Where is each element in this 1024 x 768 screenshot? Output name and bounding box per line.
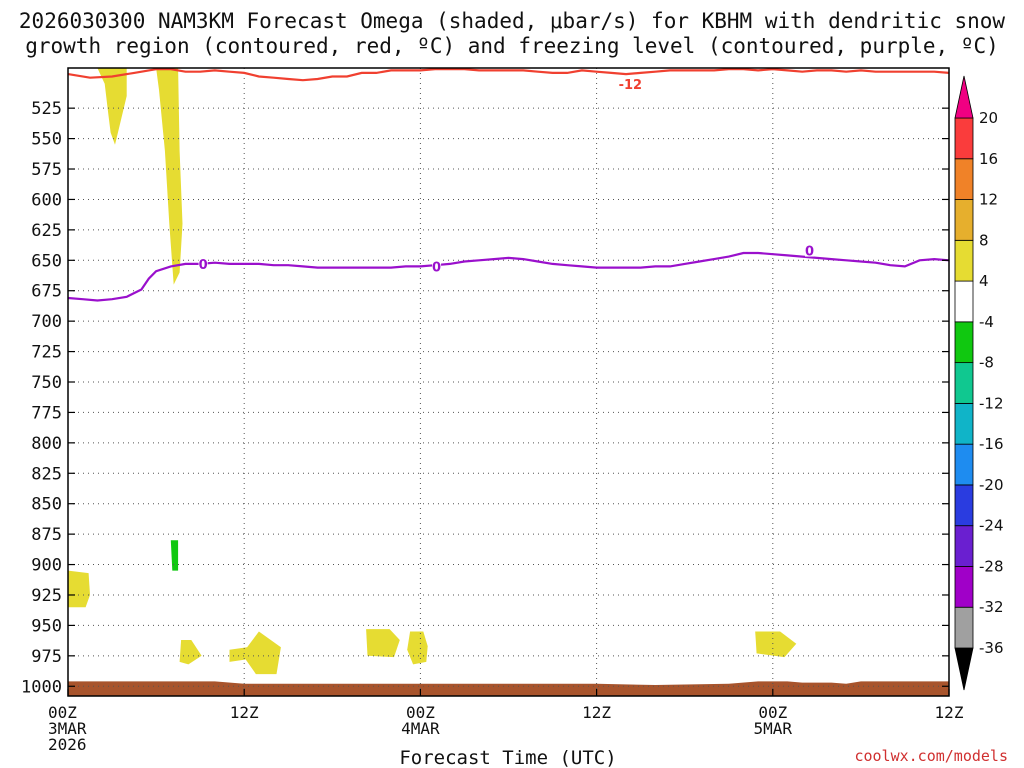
colorbar-label-5: -16 bbox=[979, 435, 1004, 453]
x-axis-label: Forecast Time (UTC) bbox=[399, 747, 616, 768]
y-tick-label-975: 975 bbox=[31, 647, 62, 667]
y-tick-label-650: 650 bbox=[31, 251, 62, 271]
y-tick-label-925: 925 bbox=[31, 586, 62, 606]
colorbar-label-7: -8 bbox=[979, 354, 994, 372]
contour-label-2: 0 bbox=[432, 260, 441, 275]
colorbar-seg-8 bbox=[954, 321, 974, 364]
colorbar-seg-3 bbox=[954, 525, 974, 567]
y-tick-label-850: 850 bbox=[31, 495, 62, 515]
x-tick-label-0-2: 2026 bbox=[48, 735, 87, 754]
colorbar-label-8: -4 bbox=[979, 313, 994, 331]
y-tick-label-775: 775 bbox=[31, 403, 62, 423]
y-tick-label-525: 525 bbox=[31, 99, 62, 119]
x-tick-label-48-1: 5MAR bbox=[754, 719, 793, 738]
colorbar-label-4: -20 bbox=[979, 476, 1004, 494]
x-tick-label-24-1: 4MAR bbox=[401, 719, 440, 738]
y-tick-label-1000: 1000 bbox=[21, 677, 62, 697]
x-tick-label-12-0: 12Z bbox=[230, 703, 259, 722]
contour-label-3: 0 bbox=[805, 245, 814, 260]
colorbar-label-9: 4 bbox=[979, 272, 989, 290]
contour-label-0: -12 bbox=[619, 78, 643, 93]
colorbar-seg-11 bbox=[954, 199, 974, 241]
y-tick-label-750: 750 bbox=[31, 373, 62, 393]
contour-label-1: 0 bbox=[199, 258, 208, 273]
colorbar-label-11: 12 bbox=[979, 191, 998, 209]
colorbar-label-13: 20 bbox=[979, 109, 998, 127]
colorbar-seg-0 bbox=[954, 647, 974, 691]
colorbar-seg-9 bbox=[954, 280, 974, 323]
colorbar-seg-2 bbox=[954, 566, 974, 608]
colorbar-seg-4 bbox=[954, 484, 974, 527]
colorbar-label-0: -36 bbox=[979, 639, 1004, 657]
y-tick-label-725: 725 bbox=[31, 343, 62, 363]
colorbar-label-6: -12 bbox=[979, 394, 1004, 412]
colorbar-seg-10 bbox=[954, 239, 974, 282]
y-tick-label-675: 675 bbox=[31, 282, 62, 302]
y-tick-label-900: 900 bbox=[31, 556, 62, 576]
colorbar: -36 -32 -28 -24 -20 -16 -12 -8 -4 4 8 12 16 20 bbox=[954, 75, 1004, 691]
colorbar-label-12: 16 bbox=[979, 150, 998, 168]
omega-region-7 bbox=[68, 570, 90, 608]
colorbar-seg-6 bbox=[954, 402, 974, 445]
colorbar-seg-14 bbox=[954, 75, 974, 119]
x-tick-label-60-0: 12Z bbox=[935, 703, 964, 722]
colorbar-label-3: -24 bbox=[979, 517, 1004, 535]
credit-text: coolwx.com/models bbox=[854, 747, 1008, 765]
colorbar-label-10: 8 bbox=[979, 231, 989, 249]
y-tick-label-950: 950 bbox=[31, 616, 62, 636]
y-tick-label-825: 825 bbox=[31, 464, 62, 484]
x-tick-label-36-0: 12Z bbox=[582, 703, 611, 722]
y-tick-label-550: 550 bbox=[31, 130, 62, 150]
y-tick-label-800: 800 bbox=[31, 434, 62, 454]
omega-time-section-chart: 2026030300 NAM3KM Forecast Omega (shaded… bbox=[19, 9, 1008, 768]
colorbar-label-2: -28 bbox=[979, 557, 1004, 575]
chart-title-line1: 2026030300 NAM3KM Forecast Omega (shaded… bbox=[19, 9, 1006, 33]
y-tick-label-600: 600 bbox=[31, 190, 62, 210]
colorbar-seg-13 bbox=[954, 117, 974, 160]
colorbar-seg-12 bbox=[954, 158, 974, 200]
y-tick-label-625: 625 bbox=[31, 221, 62, 241]
x-axis-ticks: 00Z3MAR202612Z 00Z4MAR12Z 00Z5MAR12Z bbox=[48, 689, 964, 754]
chart-title-line2: growth region (contoured, red, ºC) and f… bbox=[25, 34, 999, 58]
y-tick-label-875: 875 bbox=[31, 525, 62, 545]
colorbar-label-1: -32 bbox=[979, 598, 1004, 616]
colorbar-seg-7 bbox=[954, 362, 974, 404]
colorbar-seg-1 bbox=[954, 606, 974, 649]
y-tick-label-700: 700 bbox=[31, 312, 62, 332]
y-tick-label-575: 575 bbox=[31, 160, 62, 180]
colorbar-seg-5 bbox=[954, 443, 974, 486]
